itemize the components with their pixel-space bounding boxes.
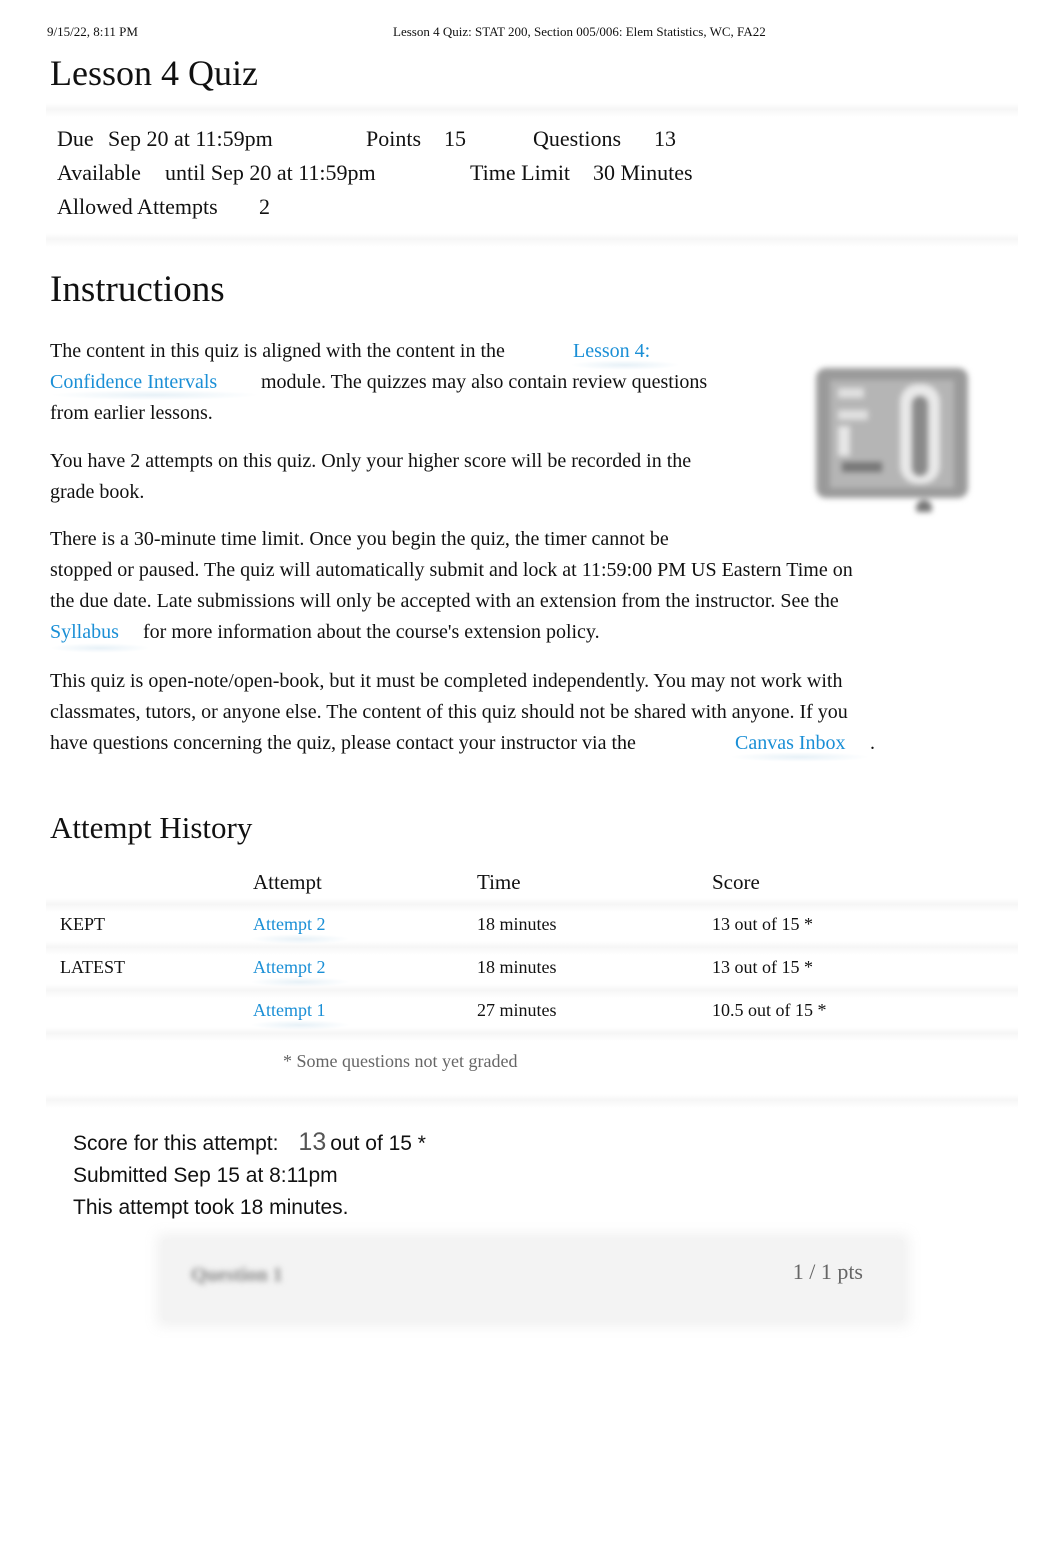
points-value: 15 xyxy=(444,126,466,151)
link-shadow xyxy=(730,752,870,762)
due-value: Sep 20 at 11:59pm xyxy=(108,126,273,151)
row-divider xyxy=(46,1027,1018,1041)
available-value: until Sep 20 at 11:59pm xyxy=(165,160,376,185)
divider xyxy=(46,1094,1018,1108)
attempt-history-heading: Attempt History xyxy=(50,810,253,845)
link-shadow xyxy=(50,390,260,400)
p1-text: The content in this quiz is aligned with… xyxy=(50,340,505,362)
column-header-score: Score xyxy=(712,870,760,894)
available-label: Available xyxy=(57,160,141,185)
p4-line-2: classmates, tutors, or anyone else. The … xyxy=(50,701,848,723)
link-shadow xyxy=(250,1020,350,1030)
print-page-title: Lesson 4 Quiz: STAT 200, Section 005/006… xyxy=(393,24,766,39)
p1-text-end: from earlier lessons. xyxy=(50,402,213,424)
divider xyxy=(46,103,1018,117)
row-divider xyxy=(46,984,1018,998)
submitted-time: Submitted Sep 15 at 8:11pm xyxy=(73,1164,338,1187)
instructions-paragraph-1: The content in this quiz is aligned with… xyxy=(50,336,770,429)
score-out-of: out of 15 * xyxy=(330,1132,426,1155)
column-header-attempt: Attempt xyxy=(253,870,322,894)
row-divider xyxy=(46,941,1018,955)
due-label: Due xyxy=(57,126,94,151)
questions-label: Questions xyxy=(533,126,621,151)
row-status: LATEST xyxy=(60,957,125,977)
time-limit-label: Time Limit xyxy=(470,160,571,185)
score-label: Score for this attempt: xyxy=(73,1132,279,1155)
p3-line-2: stopped or paused. The quiz will automat… xyxy=(50,559,853,581)
attempt-duration: This attempt took 18 minutes. xyxy=(73,1196,349,1219)
p1-text-cont: module. The quizzes may also contain rev… xyxy=(261,371,708,393)
link-shadow xyxy=(250,934,350,944)
score-summary: Score for this attempt: 13 out of 15 * Sub… xyxy=(73,1126,426,1224)
question-card: Question 1 1 / 1 pts xyxy=(163,1240,903,1320)
attempt-link[interactable]: Attempt 2 xyxy=(253,914,326,935)
row-divider xyxy=(46,898,1018,912)
questions-value: 13 xyxy=(654,126,676,151)
attempt-link[interactable]: Attempt 2 xyxy=(253,957,326,978)
column-header-time: Time xyxy=(477,870,521,894)
allowed-attempts-label: Allowed Attempts xyxy=(57,194,218,219)
instructions-heading: Instructions xyxy=(50,269,225,310)
link-shadow xyxy=(250,977,350,987)
row-time: 18 minutes xyxy=(477,914,557,934)
allowed-attempts-value: 2 xyxy=(259,194,270,219)
row-score: 13 out of 15 * xyxy=(712,914,813,934)
book-illustration-icon xyxy=(816,368,968,512)
instructions-paragraph-4: This quiz is open-note/open-book, but it… xyxy=(50,666,910,759)
divider xyxy=(46,233,1018,247)
question-title: Question 1 xyxy=(191,1264,283,1286)
page-title: Lesson 4 Quiz xyxy=(50,53,258,93)
ungraded-footnote: * Some questions not yet graded xyxy=(283,1051,518,1071)
row-time: 27 minutes xyxy=(477,1000,557,1020)
print-datetime: 9/15/22, 8:11 PM xyxy=(47,24,138,39)
instructions-paragraph-3: There is a 30-minute time limit. Once yo… xyxy=(50,524,900,648)
syllabus-link[interactable]: Syllabus xyxy=(50,621,119,643)
p3-line-1: There is a 30-minute time limit. Once yo… xyxy=(50,528,669,550)
p2-line-2: grade book. xyxy=(50,481,145,503)
row-status: KEPT xyxy=(60,914,105,934)
points-label: Points xyxy=(366,126,422,151)
link-shadow xyxy=(50,643,150,653)
p3-line-4: for more information about the course's … xyxy=(143,621,600,643)
score-value: 13 xyxy=(298,1128,327,1156)
p4-end: . xyxy=(870,732,875,754)
link-shadow xyxy=(570,360,680,370)
question-points: 1 / 1 pts xyxy=(792,1259,863,1284)
p4-line-3: have questions concerning the quiz, plea… xyxy=(50,732,636,754)
print-header: 9/15/22, 8:11 PM Lesson 4 Quiz: STAT 200… xyxy=(47,24,1015,42)
instructions-paragraph-2: You have 2 attempts on this quiz. Only y… xyxy=(50,446,770,508)
attempt-link[interactable]: Attempt 1 xyxy=(253,1000,326,1021)
row-score: 10.5 out of 15 * xyxy=(712,1000,827,1020)
time-limit-value: 30 Minutes xyxy=(593,160,693,185)
row-score: 13 out of 15 * xyxy=(712,957,813,977)
p4-line-1: This quiz is open-note/open-book, but it… xyxy=(50,670,843,692)
p3-line-3: the due date. Late submissions will only… xyxy=(50,590,839,612)
row-time: 18 minutes xyxy=(477,957,557,977)
p2-line-1: You have 2 attempts on this quiz. Only y… xyxy=(50,450,692,472)
